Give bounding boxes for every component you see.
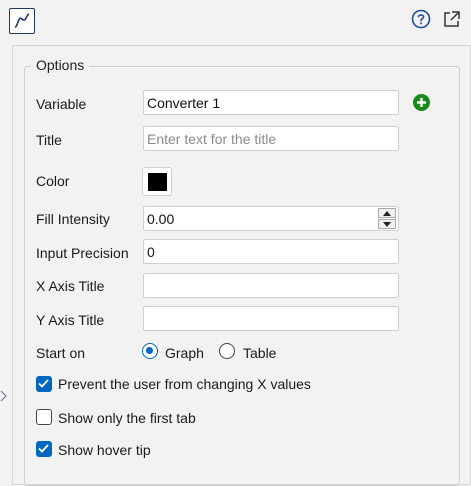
fill-intensity-label: Fill Intensity [36,211,110,227]
prevent-x-change-label[interactable]: Prevent the user from changing X values [58,375,311,393]
x-axis-title-label: X Axis Title [36,278,105,294]
first-tab-only-label[interactable]: Show only the first tab [58,409,196,427]
prevent-x-change-checkbox[interactable] [36,376,52,392]
color-picker[interactable] [142,167,172,196]
graph-icon[interactable] [9,8,35,34]
title-field[interactable] [143,126,399,151]
start-on-label: Start on [36,345,86,361]
fill-intensity-field[interactable] [143,206,399,231]
options-legend: Options [31,57,90,73]
stepper-up-icon[interactable] [378,208,396,218]
variable-field[interactable] [143,90,399,115]
add-icon[interactable] [413,94,430,111]
first-tab-only-checkbox[interactable] [36,409,52,425]
start-on-graph-radio[interactable] [142,343,158,359]
start-on-table-label[interactable]: Table [243,344,276,362]
hover-tip-label[interactable]: Show hover tip [58,441,151,459]
popout-icon[interactable] [441,9,462,30]
color-swatch-fill [148,173,167,191]
hover-tip-checkbox[interactable] [36,441,52,457]
fill-intensity-stepper[interactable] [378,208,396,229]
y-axis-title-field[interactable] [143,306,399,331]
chevron-right-icon[interactable] [0,389,8,402]
input-precision-field[interactable] [143,239,399,264]
start-on-table-radio[interactable] [219,343,235,359]
y-axis-title-label: Y Axis Title [36,312,105,328]
help-icon[interactable] [411,9,431,29]
variable-label: Variable [36,96,87,112]
input-precision-label: Input Precision [36,245,129,261]
color-label: Color [36,173,70,189]
stepper-down-icon[interactable] [378,219,396,229]
start-on-graph-label[interactable]: Graph [165,344,204,362]
title-label: Title [36,132,62,148]
x-axis-title-field[interactable] [143,273,399,298]
